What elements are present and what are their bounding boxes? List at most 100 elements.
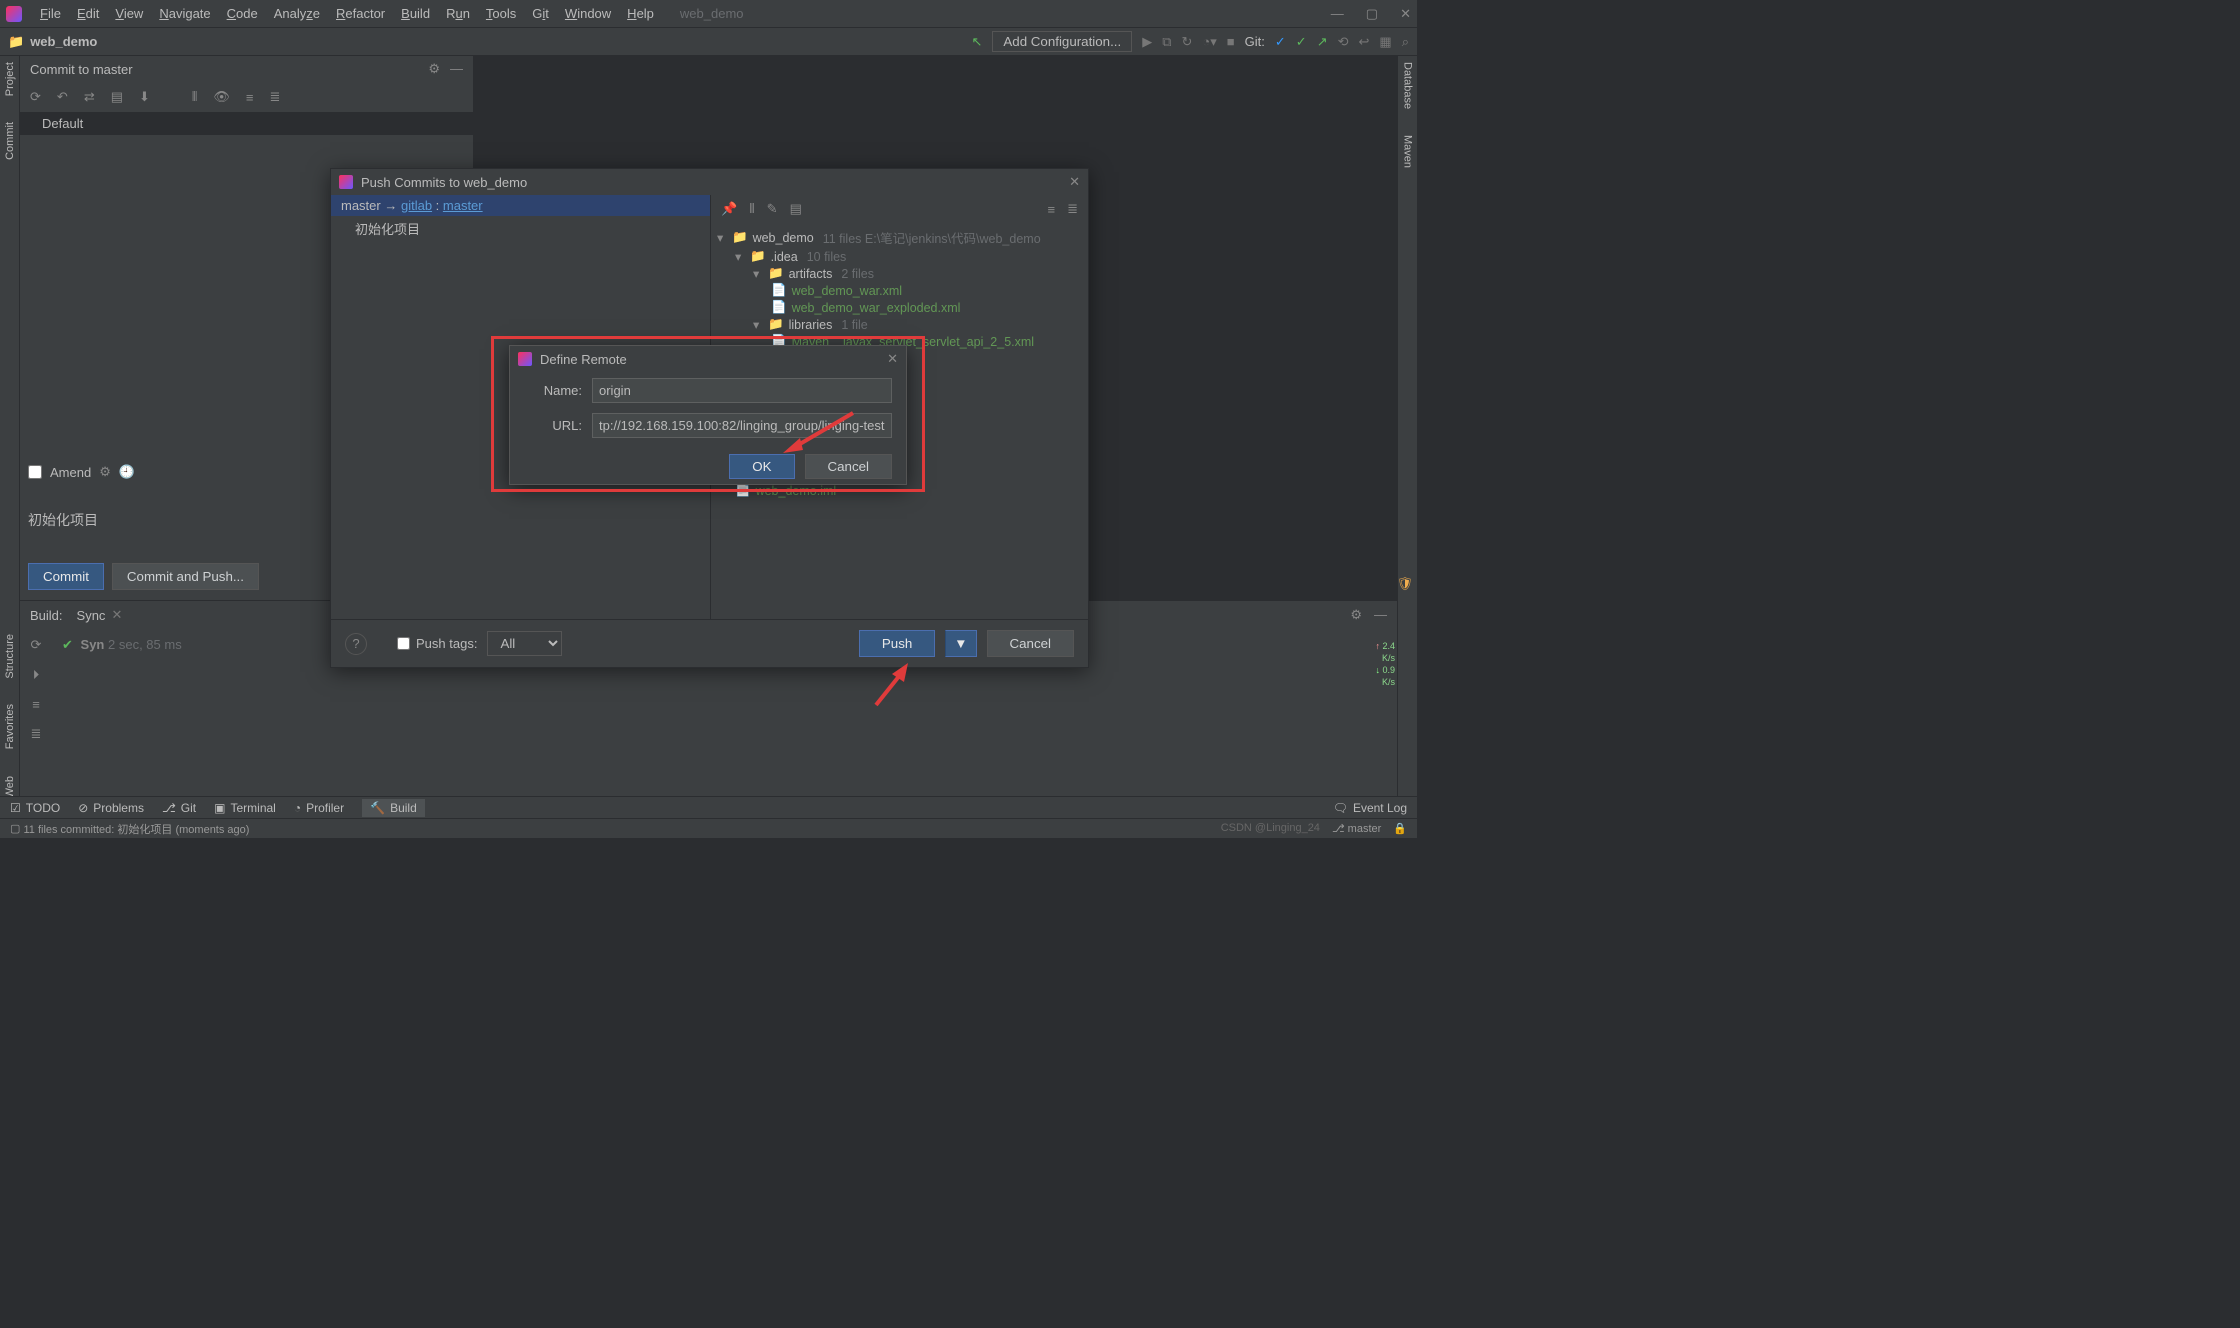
tree-artifacts[interactable]: artifacts xyxy=(789,267,833,281)
build-sync-row[interactable]: ✔ Syn 2 sec, 85 ms xyxy=(52,629,192,798)
stop-icon[interactable]: ■ xyxy=(1227,34,1235,49)
close-dialog-icon[interactable]: ✕ xyxy=(887,351,898,367)
status-icon[interactable]: ▢ xyxy=(10,822,20,835)
expand-all-icon[interactable]: ≡ xyxy=(32,697,40,712)
menu-git[interactable]: Git xyxy=(524,2,557,25)
gear-icon[interactable]: ⚙ xyxy=(99,464,111,480)
rail-structure[interactable]: Structure xyxy=(4,634,16,679)
tree-idea[interactable]: .idea xyxy=(771,250,798,264)
expand-icon[interactable]: ≡ xyxy=(246,90,254,105)
rail-web[interactable]: Web xyxy=(4,776,16,798)
gear-icon[interactable]: ⚙ xyxy=(1350,607,1362,623)
menu-refactor[interactable]: Refactor xyxy=(328,2,393,25)
collapse-all-icon[interactable]: ≣ xyxy=(31,726,42,742)
group-icon[interactable]: ⫴ xyxy=(749,201,754,217)
history-icon[interactable]: ⟲ xyxy=(1338,34,1349,50)
tree-file[interactable]: web_demo_war_exploded.xml xyxy=(792,301,961,315)
menu-tools[interactable]: Tools xyxy=(478,2,524,25)
rail-database[interactable]: Database xyxy=(1402,62,1414,109)
git-branch-indicator[interactable]: ⎇ master xyxy=(1332,822,1381,835)
ok-button[interactable]: OK xyxy=(729,454,794,479)
menu-run[interactable]: Run xyxy=(438,2,478,25)
tree-root[interactable]: web_demo xyxy=(753,231,814,245)
history-icon[interactable]: 🕘 xyxy=(119,464,135,480)
help-icon[interactable]: ? xyxy=(345,633,367,655)
hammer-icon[interactable]: ↖ xyxy=(971,34,982,50)
shelve-icon[interactable]: ⬇ xyxy=(139,89,150,105)
push-tags-checkbox[interactable] xyxy=(397,637,410,650)
filter-icon[interactable]: ⏵ xyxy=(33,667,40,683)
search-everywhere-icon[interactable]: ⌕ xyxy=(1402,34,1409,50)
changelist-icon[interactable]: ▤ xyxy=(111,89,123,105)
rail-maven[interactable]: Maven xyxy=(1402,135,1414,168)
edit-icon[interactable]: ✎ xyxy=(767,201,778,217)
remote-name-link[interactable]: gitlab xyxy=(401,198,432,213)
tab-problems[interactable]: ⊘ Problems xyxy=(78,801,144,815)
expand-all-icon[interactable]: ≡ xyxy=(1048,202,1056,217)
amend-checkbox[interactable] xyxy=(28,465,42,479)
gear-icon[interactable]: ⚙ xyxy=(428,61,440,77)
menu-build[interactable]: Build xyxy=(393,2,438,25)
rail-commit[interactable]: Commit xyxy=(4,122,16,160)
hide-panel-icon[interactable]: — xyxy=(1374,607,1387,623)
menu-navigate[interactable]: Navigate xyxy=(151,2,218,25)
push-button[interactable]: Push xyxy=(859,630,935,657)
git-push-icon[interactable]: ↗ xyxy=(1317,34,1328,50)
rail-favorites[interactable]: Favorites xyxy=(4,704,16,749)
build-tab-sync[interactable]: Sync ✕ xyxy=(77,607,123,623)
tree-file[interactable]: web_demo.iml xyxy=(756,484,837,498)
rail-project[interactable]: Project xyxy=(4,62,16,96)
collapse-all-icon[interactable]: ≣ xyxy=(1067,201,1078,217)
cancel-push-button[interactable]: Cancel xyxy=(987,630,1075,657)
breadcrumb[interactable]: 📁 web_demo xyxy=(8,34,97,50)
commit-and-push-button[interactable]: Commit and Push... xyxy=(112,563,259,590)
tab-build[interactable]: 🔨 Build xyxy=(362,799,425,817)
menu-analyze[interactable]: Analyze xyxy=(266,2,328,25)
tab-event-log[interactable]: 🗨 Event Log xyxy=(1333,801,1407,815)
cancel-button[interactable]: Cancel xyxy=(805,454,893,479)
tab-terminal[interactable]: ▣ Terminal xyxy=(214,801,276,815)
show-icon[interactable]: 👁 xyxy=(213,89,230,105)
push-tags-select[interactable]: All xyxy=(487,631,562,656)
menu-code[interactable]: Code xyxy=(219,2,266,25)
menu-file[interactable]: File xyxy=(32,2,69,25)
group-icon[interactable]: ⫴ xyxy=(192,89,197,105)
hide-panel-icon[interactable]: — xyxy=(450,61,463,77)
push-dropdown[interactable]: ▼ xyxy=(945,630,976,657)
tab-profiler[interactable]: ◔ Profiler xyxy=(294,801,344,815)
close-dialog-icon[interactable]: ✕ xyxy=(1069,174,1080,190)
pin-icon[interactable]: 📌 xyxy=(721,201,737,217)
branch-spec[interactable]: master → gitlab : master xyxy=(331,195,710,216)
rerun-icon[interactable]: ⟳ xyxy=(31,637,42,653)
diff-icon[interactable]: ⇄ xyxy=(84,89,95,105)
structure-icon[interactable]: ▦ xyxy=(1379,34,1391,50)
git-update-icon[interactable]: ✓ xyxy=(1275,34,1286,50)
maximize-icon[interactable]: ▢ xyxy=(1366,6,1378,22)
remote-url-input[interactable] xyxy=(592,413,892,438)
coverage-icon[interactable]: ↻ xyxy=(1182,34,1193,50)
close-window-icon[interactable]: ✕ xyxy=(1400,6,1411,22)
tab-todo[interactable]: ☑ TODO xyxy=(10,801,60,815)
commit-list-item[interactable]: 初始化项目 xyxy=(331,216,710,241)
refresh-icon[interactable]: ⟳ xyxy=(30,89,41,105)
changelist-default[interactable]: Default xyxy=(20,112,473,135)
remote-name-input[interactable] xyxy=(592,378,892,403)
minimize-icon[interactable]: — xyxy=(1331,6,1344,22)
close-tab-icon[interactable]: ✕ xyxy=(111,607,122,623)
lock-icon[interactable]: 🔒 xyxy=(1393,822,1407,835)
diff-icon[interactable]: ▤ xyxy=(790,201,802,217)
rollback-icon[interactable]: ↶ xyxy=(57,89,68,105)
git-commit-icon[interactable]: ✓ xyxy=(1296,34,1307,50)
debug-icon[interactable]: ⧉ xyxy=(1162,34,1171,50)
commit-button[interactable]: Commit xyxy=(28,563,104,590)
menu-view[interactable]: View xyxy=(107,2,151,25)
shield-icon[interactable]: 🛡 xyxy=(1396,576,1413,592)
menu-help[interactable]: Help xyxy=(619,2,662,25)
tab-git[interactable]: ⎇ Git xyxy=(162,801,196,815)
profile-icon[interactable]: ◔▾ xyxy=(1202,34,1216,50)
menu-window[interactable]: Window xyxy=(557,2,619,25)
rollback-icon[interactable]: ↩ xyxy=(1359,34,1370,50)
tree-file[interactable]: web_demo_war.xml xyxy=(792,284,902,298)
tree-libraries[interactable]: libraries xyxy=(789,318,833,332)
run-config-dropdown[interactable]: Add Configuration... xyxy=(992,31,1132,52)
